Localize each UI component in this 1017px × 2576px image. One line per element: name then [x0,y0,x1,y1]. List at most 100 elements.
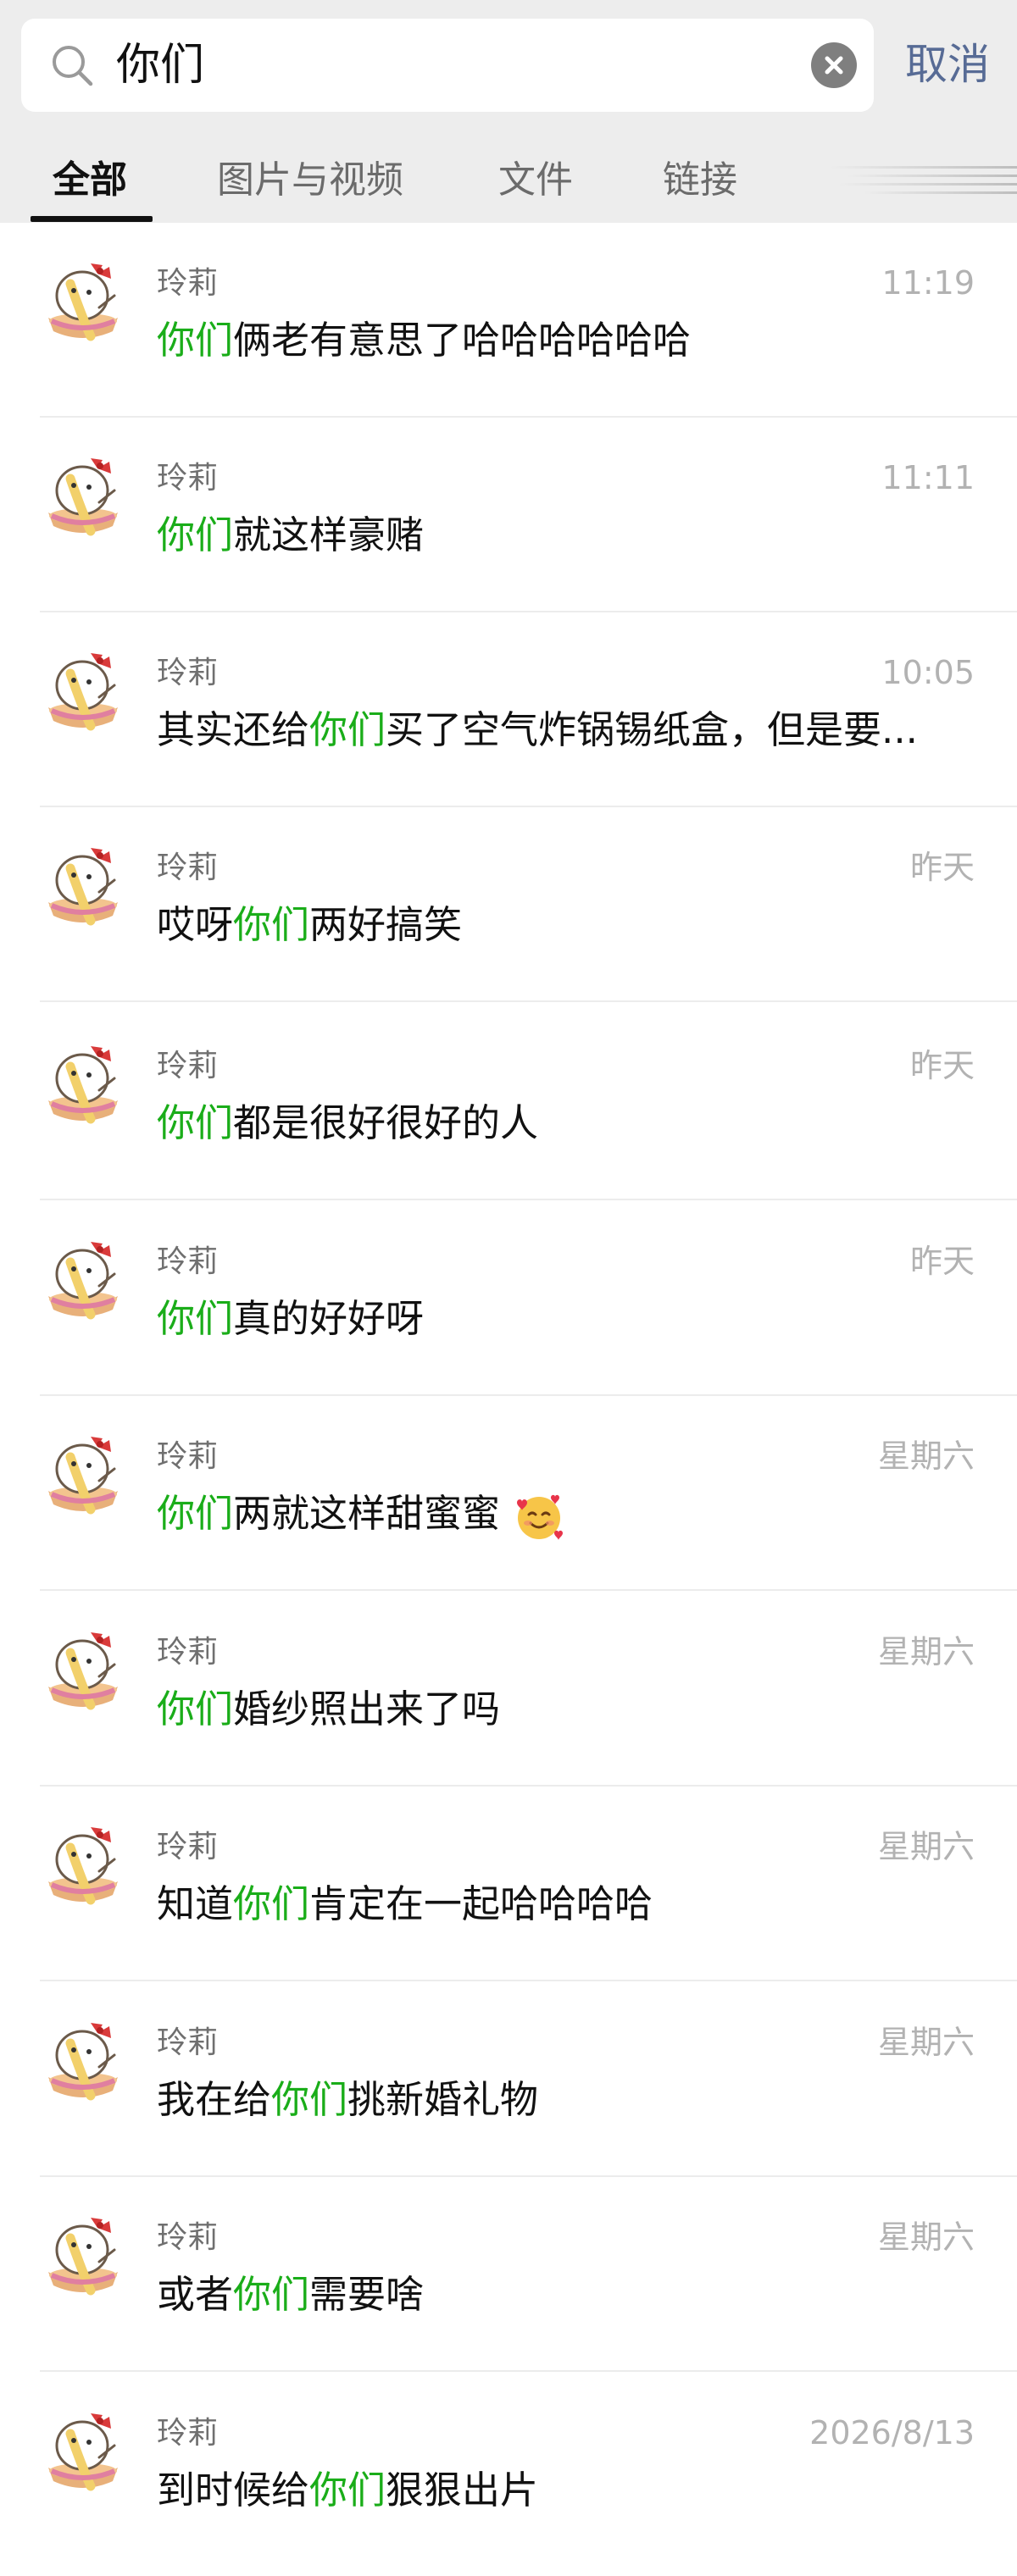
search-result-row[interactable]: 玲莉 昨天 你们真的好好呀 [0,1201,1017,1396]
message-text-after: 真的好好呀 [233,1296,425,1341]
row-divider [40,1589,1017,1591]
message-text-after: 挑新婚礼物 [347,2077,539,2122]
avatar[interactable] [40,2213,126,2299]
sender-name: 玲莉 [157,2416,219,2451]
search-keyword-highlight: 你们 [157,1687,234,1731]
sender-name: 玲莉 [157,2220,219,2255]
message-time: 10:05 [881,654,975,691]
avatar[interactable] [40,258,126,345]
row-divider [40,1980,1017,1981]
row-divider [40,1199,1017,1200]
search-result-row[interactable]: 玲莉 11:19 你们俩老有意思了哈哈哈哈哈哈 [0,223,1017,418]
message-text-after: 买了空气炸锅锡纸盒，但是要... [386,707,918,752]
search-keyword-highlight: 你们 [157,1491,234,1536]
search-keyword-highlight: 你们 [157,1100,234,1145]
smiling-face-with-hearts-icon [517,1494,564,1540]
avatar[interactable] [40,648,126,734]
search-result-row[interactable]: 玲莉 星期六我在给你们挑新婚礼物 [0,1982,1017,2177]
avatar[interactable] [40,1432,126,1518]
tab-all[interactable]: 全部 [53,144,127,216]
tab-images-videos[interactable]: 图片与视频 [217,144,403,216]
search-result-row[interactable]: 玲莉 昨天你们都是很好很好的人 [0,1005,1017,1200]
row-divider [40,1000,1017,1002]
sender-name: 玲莉 [157,266,219,301]
avatar[interactable] [40,843,126,929]
message-text-after: 俩老有意思了哈哈哈哈哈哈 [233,318,692,363]
search-input[interactable]: 你们 [21,19,874,112]
message-snippet: 你们就这样豪赌 [157,509,979,562]
search-keyword-highlight: 你们 [157,318,234,363]
search-keyword-highlight: 你们 [157,512,234,557]
sender-name: 玲莉 [157,656,219,690]
message-snippet: 你们真的好好呀 [157,1293,979,1345]
message-time: 11:11 [881,459,975,496]
message-time: 昨天 [909,1243,975,1280]
tab-links[interactable]: 链接 [663,144,737,216]
message-text-before: 到时候给 [157,2468,310,2512]
search-query-text[interactable]: 你们 [116,37,204,93]
search-result-row[interactable]: 玲莉 星期六 你们婚纱照出来了吗 [0,1592,1017,1787]
message-time: 2026/8/13 [809,2414,975,2451]
message-text-before: 或者 [157,2272,234,2317]
message-time: 11:19 [881,264,975,302]
search-result-row[interactable]: 玲莉 星期六或者你们需要啥 [0,2177,1017,2372]
message-time: 星期六 [877,2219,975,2256]
message-text-before: 我在给 [157,2077,272,2122]
avatar[interactable] [40,2408,126,2495]
message-text-after: 两好搞笑 [309,902,463,947]
avatar[interactable] [40,1041,126,1127]
message-snippet: 其实还给你们买了空气炸锅锡纸盒，但是要... [157,704,979,756]
message-snippet: 哎呀你们两好搞笑 [157,899,979,951]
message-time: 昨天 [909,849,975,886]
avatar[interactable] [40,2018,126,2104]
tab-files[interactable]: 文件 [498,144,573,216]
search-keyword-highlight: 你们 [233,902,310,947]
message-snippet: 到时候给你们狠狠出片 [157,2464,979,2517]
row-divider [40,2370,1017,2372]
avatar[interactable] [40,1237,126,1323]
avatar[interactable] [40,1822,126,1908]
search-keyword-highlight: 你们 [233,1881,310,1926]
search-result-row[interactable]: 玲莉 星期六 知道你们肯定在一起哈哈哈哈 [0,1787,1017,1981]
search-result-row[interactable]: 玲莉 11:11 你们就这样豪赌 [0,418,1017,612]
message-text-after: 都是很好很好的人 [233,1100,539,1145]
search-keyword-highlight: 你们 [233,2272,310,2317]
search-keyword-highlight: 你们 [271,2077,348,2122]
message-snippet: 我在给你们挑新婚礼物 [157,2074,979,2126]
message-snippet: 或者你们需要啥 [157,2269,979,2321]
tabs-overflow-fade [831,161,1017,203]
message-snippet: 你们都是很好很好的人 [157,1097,979,1150]
sender-name: 玲莉 [157,461,219,496]
avatar[interactable] [40,453,126,540]
message-text-after: 需要啥 [309,2272,425,2317]
search-result-row[interactable]: 玲莉 星期六 你们两就这样甜蜜蜜 [0,1396,1017,1591]
sender-name: 玲莉 [157,1049,219,1083]
message-text-before: 其实还给 [157,707,310,752]
search-result-row[interactable]: 玲莉 昨天哎呀你们两好搞笑 [0,807,1017,1002]
message-snippet: 你们婚纱照出来了吗 [157,1683,979,1736]
cancel-button[interactable]: 取消 [905,32,990,97]
filter-tabs: 全部 图片与视频 文件 链接 [0,144,1017,223]
message-text-after: 狠狠出片 [386,2468,539,2512]
search-result-row[interactable]: 玲莉 10:05 其实还给你们买了空气炸锅锡纸盒，但是要... [0,612,1017,807]
clear-search-button[interactable] [811,42,857,88]
message-time: 星期六 [877,2024,975,2061]
message-time: 星期六 [877,1828,975,1865]
sender-name: 玲莉 [157,850,219,885]
search-keyword-highlight: 你们 [157,1296,234,1341]
message-snippet: 你们俩老有意思了哈哈哈哈哈哈 [157,314,979,367]
search-result-row[interactable]: 玲莉 2026/8/13 到时候给你们狠狠出片 [0,2373,1017,2568]
close-icon [825,56,843,75]
search-keyword-highlight: 你们 [309,2468,386,2512]
message-text-after: 婚纱照出来了吗 [233,1687,501,1731]
message-time: 昨天 [909,1047,975,1084]
message-time: 星期六 [877,1438,975,1475]
sender-name: 玲莉 [157,2025,219,2060]
message-text-after: 肯定在一起哈哈哈哈 [309,1881,653,1926]
message-text-after: 就这样豪赌 [233,512,425,557]
search-icon [48,42,96,89]
avatar[interactable] [40,1627,126,1714]
message-text-before: 哎呀 [157,902,234,947]
message-time: 星期六 [877,1633,975,1670]
search-results-list: 玲莉 11:19 你们俩老有意思了哈哈哈哈哈哈 玲莉 11:11 你们就这样豪赌 玲莉 1… [0,223,1017,2576]
